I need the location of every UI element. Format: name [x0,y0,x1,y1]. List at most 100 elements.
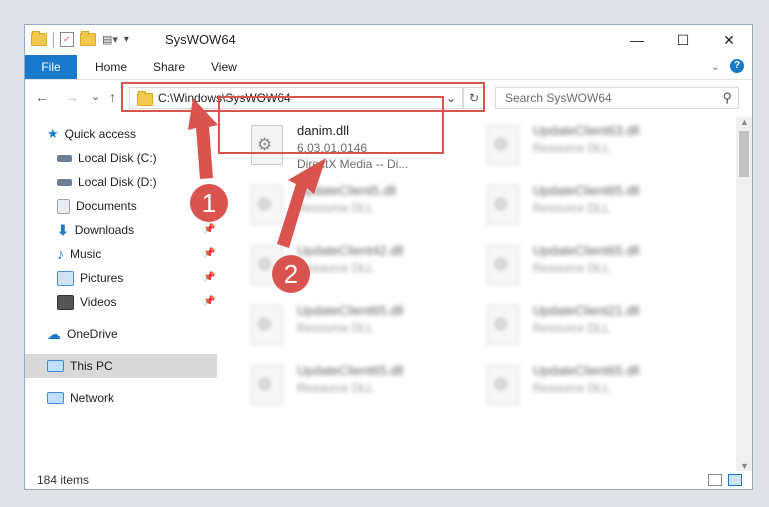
item-count: 184 items [37,473,90,487]
dll-file-icon [251,305,283,345]
file-tile[interactable]: UpdateClient65.dll Resource DLL [481,361,701,419]
dll-file-icon [487,185,519,225]
sidebar-item-downloads[interactable]: ⬇ Downloads 📌 [57,218,225,242]
customize-icon[interactable]: ▤▾ [102,33,118,46]
file-name: UpdateClient21.dll [533,303,640,318]
file-description: Resource DLL [297,321,374,335]
tiles-view-icon[interactable] [728,474,742,486]
file-tile[interactable]: UpdateClient65.dll Resource DLL [245,301,465,359]
file-name: UpdateClient65.dll [297,363,404,378]
scroll-down-icon[interactable]: ▼ [740,461,749,471]
file-name: UpdateClient65.dll [297,303,404,318]
explorer-window: ✓ ▤▾ ▾ SysWOW64 — ☐ ✕ File Home Share Vi… [24,24,753,490]
quick-access-toolbar: ✓ ▤▾ ▾ [31,31,129,47]
forward-button[interactable]: → [65,89,79,105]
dll-file-icon [251,365,283,405]
sidebar-item-onedrive[interactable]: ☁ OneDrive [47,322,118,346]
ribbon-expand-icon[interactable]: ⌄ [711,60,720,73]
help-icon[interactable]: ? [730,59,744,73]
file-tile[interactable]: UpdateClient21.dll Resource DLL [481,301,701,359]
toolbar-separator [53,32,54,47]
file-tile[interactable]: UpdateClient65.dll Resource DLL [481,241,701,299]
search-input[interactable]: Search SysWOW64 ⚲ [495,87,739,109]
sidebar-item-label: Documents [76,199,137,213]
network-icon [47,392,64,404]
file-tile[interactable]: UpdateClient65.dll Resource DLL [245,361,465,419]
file-tile[interactable]: UpdateClient5.dll Resource DLL [245,181,465,239]
tab-home[interactable]: Home [95,55,127,79]
file-name: UpdateClient42.dll [297,243,404,258]
drive-icon [57,154,72,162]
videos-icon [57,294,74,310]
sidebar-item-label: OneDrive [67,327,118,341]
music-icon: ♪ [57,246,64,262]
monitor-icon [47,360,64,372]
sidebar-item-network[interactable]: Network [47,386,114,410]
dll-file-icon [487,125,519,165]
sidebar-item-label: Pictures [80,271,124,285]
properties-icon[interactable]: ✓ [60,32,74,47]
file-name: UpdateClient65.dll [533,183,640,198]
recent-locations-button[interactable]: ⌄ [91,90,100,103]
file-description: Resource DLL [533,201,610,215]
search-icon[interactable]: ⚲ [722,90,732,106]
downloads-icon: ⬇ [57,222,69,238]
sidebar-item-label: Music [70,247,102,261]
maximize-button[interactable]: ☐ [660,25,706,55]
up-button[interactable]: ↑ [109,89,116,105]
search-placeholder: Search SysWOW64 [505,91,612,105]
sidebar-item-quick-access[interactable]: ★ Quick access [47,122,136,146]
step-2-badge: 2 [272,255,310,293]
file-description: DirectX Media -- Di... [297,157,409,171]
window-title: SysWOW64 [165,32,236,47]
star-icon: ★ [47,126,59,141]
navigation-pane: ★ Quick access Local Disk (C:) Local Dis… [25,117,217,471]
pin-icon: 📌 [203,272,216,283]
drive-icon [57,178,72,186]
minimize-button[interactable]: — [614,25,660,55]
sidebar-item-label: This PC [70,359,113,373]
file-description: Resource DLL [533,381,610,395]
tab-view[interactable]: View [211,55,237,79]
documents-icon [57,198,70,214]
sidebar-item-label: Videos [80,295,117,309]
scrollbar-thumb[interactable] [739,131,749,177]
sidebar-item-music[interactable]: ♪ Music 📌 [57,242,225,266]
step-1-badge: 1 [190,184,228,222]
file-description: Resource DLL [533,261,610,275]
ribbon: File Home Share View ⌄ ? [25,55,752,80]
new-folder-icon[interactable] [80,31,96,46]
sidebar-item-this-pc[interactable]: This PC [25,354,217,378]
sidebar-item-label: Local Disk (D:) [78,175,157,189]
scroll-up-icon[interactable]: ▲ [740,117,749,127]
dll-file-icon [487,365,519,405]
file-highlight-box [218,96,444,154]
dll-file-icon [251,185,283,225]
folder-icon[interactable] [31,31,47,46]
title-bar: ✓ ▤▾ ▾ SysWOW64 — ☐ ✕ [25,25,752,55]
close-button[interactable]: ✕ [706,25,752,55]
sidebar-item-pictures[interactable]: Pictures 📌 [57,266,225,290]
file-name: UpdateClient63.dll [533,123,640,138]
pin-icon: 📌 [203,248,216,259]
file-name: UpdateClient5.dll [297,183,397,198]
toolbar-dropdown-icon[interactable]: ▾ [124,34,129,45]
file-tile[interactable]: UpdateClient63.dll Resource DLL [481,121,701,179]
dll-file-icon [487,305,519,345]
tab-file[interactable]: File [25,55,77,79]
dll-file-icon [487,245,519,285]
file-description: Resource DLL [297,381,374,395]
pin-icon: 📌 [203,296,216,307]
details-view-icon[interactable] [708,474,722,486]
vertical-scrollbar[interactable]: ▲ ▼ [736,117,752,471]
sidebar-item-label: Network [70,391,115,405]
sidebar-item-videos[interactable]: Videos 📌 [57,290,225,314]
status-bar: 184 items [25,471,752,489]
tab-share[interactable]: Share [153,55,185,79]
file-description: Resource DLL [533,321,610,335]
back-button[interactable]: ← [35,89,49,105]
file-description: Resource DLL [297,201,374,215]
file-tile[interactable]: UpdateClient65.dll Resource DLL [481,181,701,239]
file-list: danim.dll 6.03.01.0146 DirectX Media -- … [241,117,737,471]
sidebar-item-local-disk-c[interactable]: Local Disk (C:) [57,146,225,170]
